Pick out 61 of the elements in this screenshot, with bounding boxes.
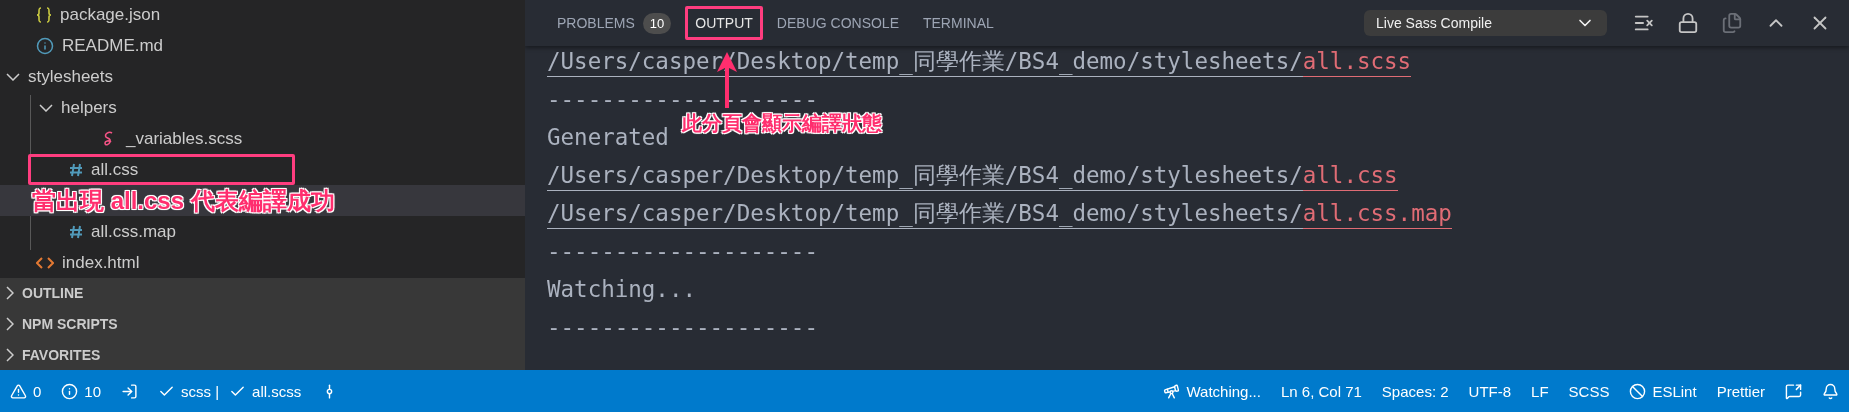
folder-name: helpers — [61, 97, 117, 118]
status-item[interactable]: Prettier — [1706, 382, 1775, 400]
count-badge: 10 — [642, 12, 672, 34]
telescope-icon — [1163, 382, 1181, 400]
info-icon — [61, 382, 79, 400]
output-line: /Users/casper/Desktop/temp_同學作業/BS4_demo/stylesheets/all.css — [547, 156, 1398, 194]
status-item[interactable]: ESLint — [1619, 382, 1707, 400]
door-icon — [121, 382, 139, 400]
feedback-icon — [1785, 382, 1802, 400]
status-item[interactable]: SCSS — [1558, 382, 1620, 400]
selected-row[interactable]: 當出現 all.css 代表編譯成功 — [0, 185, 525, 216]
file-name: _variables.scss — [126, 128, 243, 149]
section-header[interactable]: OUTLINE — [0, 278, 525, 309]
output-line: /Users/casper/Desktop/temp_同學作業/BS4_demo/stylesheets/all.css.map — [547, 194, 1452, 232]
status-item[interactable]: all.scss — [229, 382, 312, 400]
lock-icon[interactable] — [1677, 12, 1699, 34]
folder-name: stylesheets — [28, 66, 114, 87]
output-line: -------------------- — [547, 237, 818, 266]
folder-row[interactable]: stylesheets — [0, 61, 525, 92]
file-row[interactable]: _variables.scss — [0, 123, 525, 154]
code-brackets-icon — [36, 255, 54, 270]
output-line: Watching... — [547, 275, 696, 304]
status-item[interactable]: UTF-8 — [1458, 382, 1522, 400]
panel-tab[interactable]: PROBLEMS 10 — [547, 6, 682, 40]
file-name: all.css — [91, 159, 139, 180]
file-row[interactable]: all.css.map — [0, 216, 525, 247]
braces-icon — [36, 6, 52, 23]
status-item[interactable]: scss | — [148, 382, 230, 400]
file-name: README.md — [62, 35, 164, 56]
file-row[interactable]: index.html — [0, 247, 525, 278]
file-row[interactable]: all.css — [0, 154, 525, 185]
folder-row[interactable]: helpers — [0, 92, 525, 123]
circle-slash-icon — [1629, 382, 1647, 400]
output-line: -------------------- — [547, 85, 818, 113]
panel-tab[interactable]: TERMINAL — [913, 6, 1004, 40]
panel-tab[interactable]: OUTPUT — [685, 6, 763, 40]
output-line: -------------------- — [547, 313, 818, 342]
status-item[interactable]: Ln 6, Col 71 — [1270, 382, 1372, 400]
status-item[interactable]: LF — [1521, 382, 1559, 400]
output-channel-dropdown[interactable]: Live Sass Compile — [1364, 10, 1607, 36]
annotation-text: 此分頁會顯示編譯狀態 — [682, 111, 882, 136]
file-name: package.json — [60, 4, 161, 25]
file-row[interactable]: package.json — [0, 0, 525, 30]
section-header[interactable]: FAVORITES — [0, 339, 525, 370]
warning-icon — [10, 382, 27, 400]
hash-icon — [69, 224, 83, 239]
file-name: index.html — [62, 252, 140, 273]
annotation-text: 當出現 all.css 代表編譯成功 — [32, 185, 335, 216]
hash-icon — [69, 162, 83, 177]
status-item[interactable]: 10 — [51, 382, 112, 400]
bell-icon — [1822, 382, 1839, 400]
status-item[interactable]: Watching... — [1153, 382, 1271, 400]
status-item[interactable]: 0 — [0, 382, 52, 400]
section-header[interactable]: NPM SCRIPTS — [0, 308, 525, 340]
file-name: all.css.map — [91, 221, 177, 242]
file-row[interactable]: README.md — [0, 30, 525, 61]
info-icon — [36, 36, 54, 55]
file-icon[interactable] — [1721, 12, 1743, 34]
panel-tab[interactable]: DEBUG CONSOLE — [766, 6, 909, 40]
status-item[interactable]: Spaces: 2 — [1371, 382, 1459, 400]
output-line: Generated — [547, 123, 669, 152]
